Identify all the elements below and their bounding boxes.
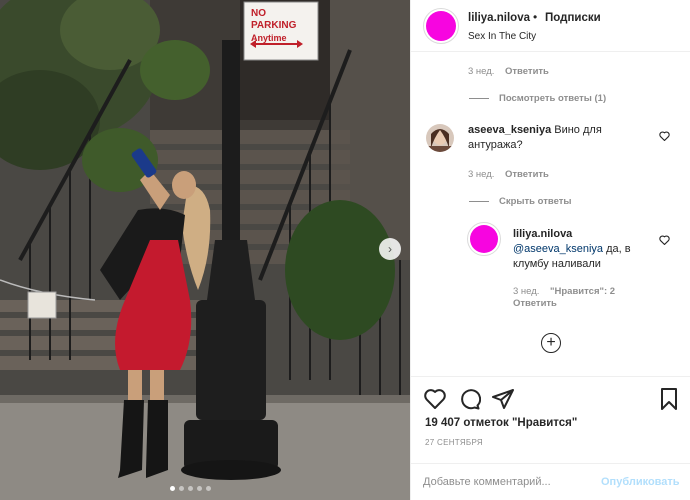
sign-line-1: NO PARKING [251,8,297,31]
like-comment-heart-icon[interactable] [659,131,670,141]
carousel-next-button[interactable]: › [379,238,401,260]
no-parking-sign: NO PARKING Anytime [251,8,313,44]
reply-button[interactable]: Ответить [505,169,549,180]
reply-time[interactable]: 3 нед. [513,286,539,297]
reply-author-avatar[interactable] [467,222,501,256]
post-side-panel: liliya.nilova • Подписки Sex In The City… [410,0,690,500]
view-replies-button[interactable]: Посмотреть ответы (1) [469,93,606,104]
separator-dot: • [533,10,538,24]
avatar-image [426,11,456,41]
photo-illustration [0,0,410,500]
carousel-dot [179,486,184,491]
comment-bar: Опубликовать [411,463,690,500]
carousel-dots [170,486,211,491]
comment-body: aseeva_kseniya Вино для антуража? [468,123,653,153]
comment-time[interactable]: 3 нед. [468,66,494,77]
reply-mention[interactable]: @aseeva_kseniya [513,243,603,255]
likes-count[interactable]: 19 407 отметок "Нравится" [425,417,577,429]
comment-text-2: антуража? [468,139,523,151]
sign-line-2: Anytime [251,33,287,43]
avatar-photo [426,124,454,152]
hide-replies-button[interactable]: Скрыть ответы [469,196,572,207]
bookmark-icon[interactable] [657,387,681,411]
publish-button[interactable]: Опубликовать [601,476,680,488]
reply-button[interactable]: Ответить [513,298,557,309]
add-comment-input[interactable] [423,472,603,492]
reply-body: liliya.nilova @aseeva_kseniya да, в клум… [513,227,653,272]
view-replies-label: Посмотреть ответы (1) [499,93,607,104]
plus-circle-icon: + [546,334,556,351]
thread-line [469,97,489,99]
following-button[interactable]: Подписки [545,12,601,24]
post-header: liliya.nilova • Подписки Sex In The City [411,0,690,52]
author-username[interactable]: liliya.nilova [468,12,530,24]
share-icon[interactable] [491,387,515,411]
post-location[interactable]: Sex In The City [468,31,536,42]
hide-replies-label: Скрыть ответы [499,196,572,207]
comment-time[interactable]: 3 нед. [468,169,494,180]
avatar-image [470,225,498,253]
author-avatar[interactable] [423,8,459,44]
comment-icon[interactable] [457,387,481,411]
post-date[interactable]: 27 СЕНТЯБРЯ [425,438,483,447]
carousel-dot [197,486,202,491]
carousel-dot [170,486,175,491]
like-reply-heart-icon[interactable] [659,235,670,245]
carousel-dot [206,486,211,491]
heart-icon[interactable] [423,387,447,411]
post-photo[interactable]: NO PARKING Anytime › [0,0,410,500]
post-actions: 19 407 отметок "Нравится" 27 СЕНТЯБРЯ Оп… [411,376,690,500]
reply-button[interactable]: Ответить [505,66,549,77]
commenter-username[interactable]: aseeva_kseniya [468,124,551,136]
comment-text-1: Вино для [554,124,602,136]
thread-line [469,200,489,202]
chevron-right-icon: › [388,242,392,256]
load-more-comments-button[interactable]: + [541,333,561,353]
reply-text-2: клумбу наливали [513,258,601,270]
reply-likes-count[interactable]: "Нравится": 2 [550,286,615,297]
reply-text-1: да, в [603,243,631,255]
commenter-avatar[interactable] [426,124,454,152]
reply-author-username[interactable]: liliya.nilova [513,228,572,240]
carousel-dot [188,486,193,491]
